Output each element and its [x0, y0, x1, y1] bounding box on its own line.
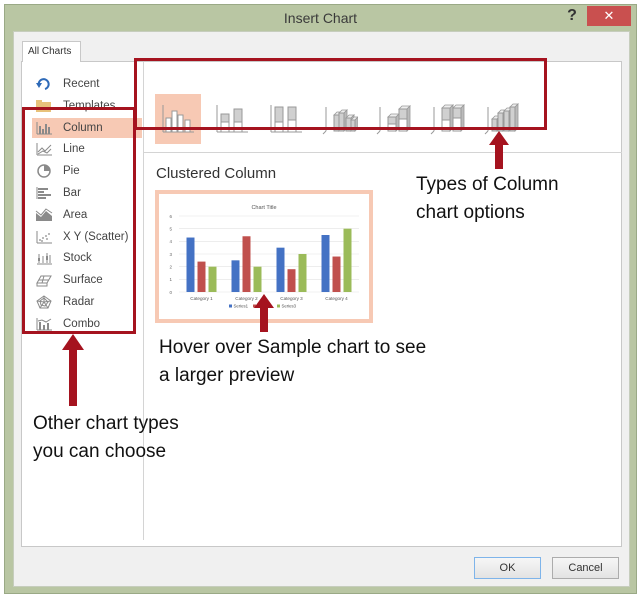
- legend-swatch: [229, 304, 232, 308]
- help-button[interactable]: ?: [562, 6, 582, 26]
- sidebar-item-label: Recent: [63, 78, 100, 90]
- divider: [144, 152, 622, 153]
- chart-types-highlight-box: [22, 107, 136, 334]
- sidebar-divider: [143, 62, 144, 540]
- ok-button[interactable]: OK: [474, 557, 541, 579]
- y-tick-label: 5: [169, 226, 172, 231]
- sidebar-item-recent[interactable]: Recent: [32, 74, 142, 94]
- close-button[interactable]: ✕: [587, 6, 631, 26]
- bar-series3-category-2: [253, 266, 262, 292]
- x-tick-label: Category 3: [280, 296, 303, 301]
- subtype-title: Clustered Column: [156, 165, 277, 182]
- annotation-chart-types: Other chart types you can choose: [33, 410, 179, 466]
- bar-series3-category-3: [298, 254, 307, 292]
- bar-series2-category-1: [197, 261, 206, 292]
- bar-series3-category-4: [343, 228, 352, 292]
- annotation-line: chart options: [416, 202, 525, 223]
- bar-series1-category-4: [321, 235, 330, 292]
- title-bar: Insert Chart ? ✕: [5, 5, 636, 31]
- subtype-highlight-box: [134, 58, 547, 130]
- annotation-preview: Hover over Sample chart to see a larger …: [159, 334, 426, 390]
- button-bar: OK Cancel: [14, 548, 629, 586]
- bar-series1-category-3: [276, 247, 285, 292]
- bar-series2-category-2: [242, 236, 251, 292]
- y-tick-label: 6: [169, 214, 172, 219]
- x-tick-label: Category 1: [190, 296, 213, 301]
- bar-series2-category-4: [332, 256, 341, 292]
- x-tick-label: Category 4: [325, 296, 348, 301]
- arrow-up-icon: [62, 334, 84, 406]
- dialog-title: Insert Chart: [283, 10, 358, 26]
- annotation-line: you can choose: [33, 441, 167, 462]
- annotation-line: Types of Column: [416, 174, 559, 195]
- annotation-line: Hover over Sample chart to see: [159, 337, 427, 358]
- legend-entry: Series3: [282, 304, 297, 309]
- y-tick-label: 1: [169, 277, 172, 282]
- recent-icon: [35, 77, 53, 91]
- arrow-up-icon: [254, 294, 274, 332]
- cancel-button[interactable]: Cancel: [552, 557, 619, 579]
- bar-series1-category-1: [186, 237, 195, 292]
- y-tick-label: 2: [169, 264, 172, 269]
- legend-swatch: [277, 304, 280, 308]
- tab-all-charts[interactable]: All Charts: [22, 41, 81, 62]
- annotation-line: Other chart types: [33, 413, 179, 434]
- y-tick-label: 0: [169, 290, 172, 295]
- y-tick-label: 3: [169, 252, 172, 257]
- bar-series3-category-1: [208, 266, 217, 292]
- legend-entry: Series1: [234, 304, 249, 309]
- annotation-line: a larger preview: [159, 365, 295, 386]
- y-tick-label: 4: [169, 239, 172, 244]
- bar-series1-category-2: [231, 260, 240, 292]
- bar-series2-category-3: [287, 269, 296, 292]
- chart-title: Chart Title: [251, 205, 276, 211]
- annotation-subtypes: Types of Column chart options: [416, 171, 559, 227]
- arrow-up-icon: [489, 131, 509, 169]
